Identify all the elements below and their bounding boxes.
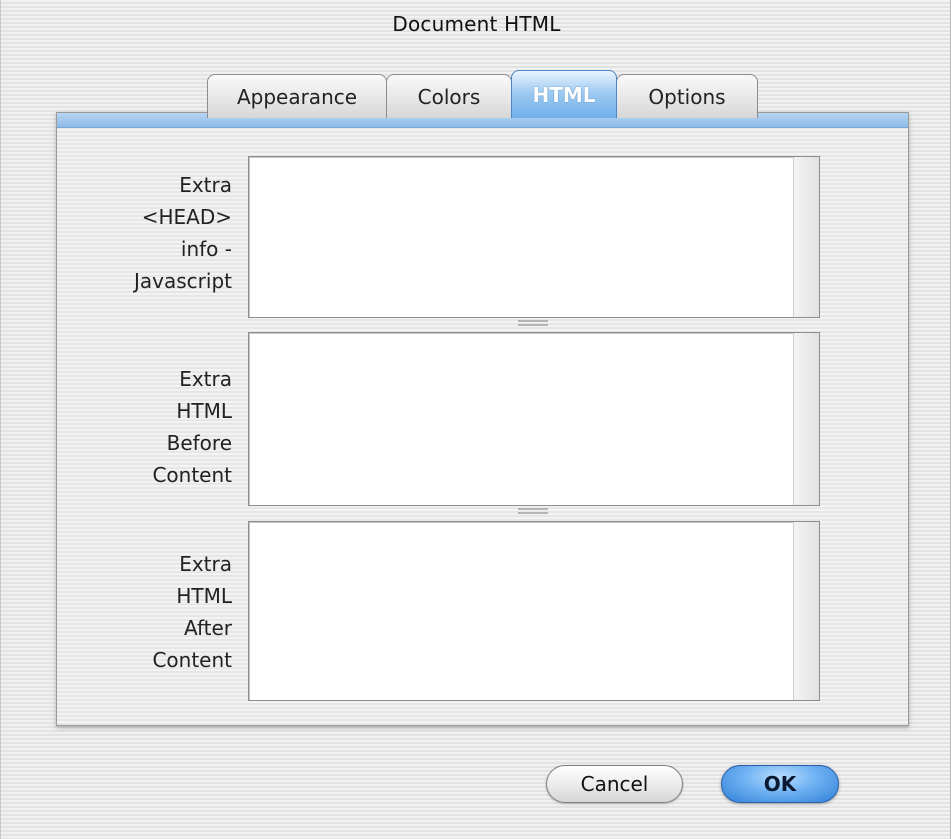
label-line: Content: [152, 463, 232, 487]
head-info-textarea[interactable]: [248, 156, 820, 318]
tab-options[interactable]: Options: [616, 74, 758, 118]
label-line: Extra: [179, 367, 232, 391]
label-line: Before: [166, 431, 232, 455]
tab-colors[interactable]: Colors: [386, 74, 512, 118]
label-line: <HEAD>: [141, 205, 232, 229]
label-line: Extra: [179, 173, 232, 197]
label-line: Content: [152, 648, 232, 672]
before-content-label: Extra HTML Before Content: [57, 363, 232, 491]
label-line: HTML: [176, 399, 232, 423]
head-info-label: Extra <HEAD> info - Javascript: [57, 169, 232, 297]
after-content-scrollbar[interactable]: [793, 522, 819, 700]
tab-appearance[interactable]: Appearance: [207, 74, 387, 118]
before-content-textarea[interactable]: [248, 332, 820, 506]
splitter-handle-2[interactable]: [518, 508, 548, 514]
dialog-window: Document HTML Appearance Colors HTML Opt…: [0, 0, 951, 839]
tab-html[interactable]: HTML: [511, 70, 617, 118]
after-content-label: Extra HTML After Content: [57, 548, 232, 676]
label-line: info -: [180, 237, 232, 261]
after-content-textarea[interactable]: [248, 521, 820, 701]
ok-button[interactable]: OK: [721, 765, 839, 803]
label-line: Javascript: [134, 269, 232, 293]
tab-bar: Appearance Colors HTML Options: [207, 68, 758, 118]
label-line: After: [183, 616, 232, 640]
cancel-button[interactable]: Cancel: [546, 765, 683, 803]
html-tab-panel: Extra <HEAD> info - Javascript Extra HTM…: [56, 112, 909, 726]
label-line: Extra: [179, 552, 232, 576]
before-content-scrollbar[interactable]: [793, 333, 819, 505]
window-title: Document HTML: [392, 12, 561, 36]
title-bar[interactable]: Document HTML: [1, 0, 951, 48]
label-line: HTML: [176, 584, 232, 608]
splitter-handle-1[interactable]: [518, 320, 548, 326]
head-info-scrollbar[interactable]: [793, 157, 819, 317]
